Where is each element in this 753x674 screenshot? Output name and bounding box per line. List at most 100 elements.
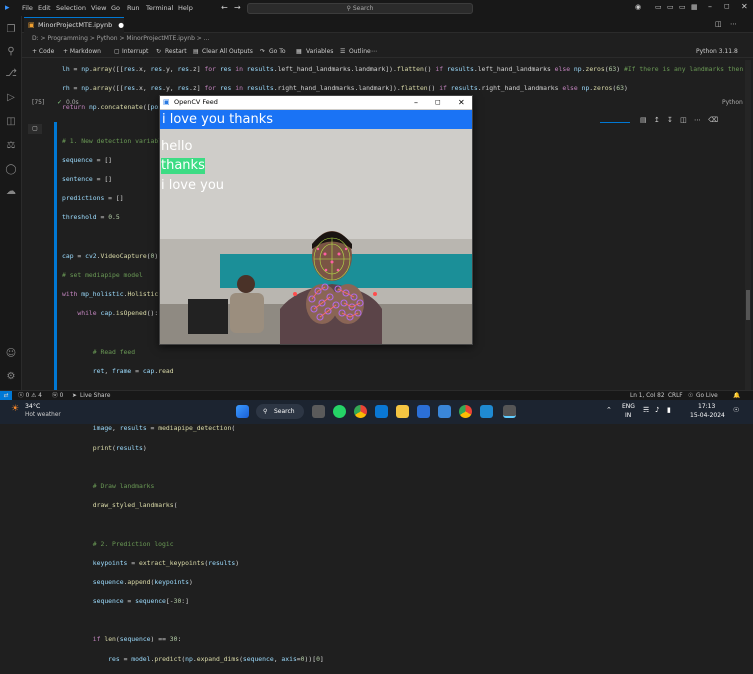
volume-icon[interactable]: ♪ (655, 406, 659, 414)
code-line: draw_styled_landmarks( (92, 501, 178, 510)
execute-below-icon[interactable]: ↧ (667, 116, 673, 124)
cell-focus-line (600, 122, 630, 123)
settings-gear-icon[interactable]: ⚙ (5, 371, 17, 383)
opencv-close-icon[interactable]: ✕ (458, 96, 465, 109)
prediction-label-highlighted: thanks (161, 158, 205, 174)
start-button[interactable] (236, 405, 249, 418)
title-bar: ▸ File Edit Selection View Go Run Termin… (0, 0, 753, 16)
close-icon[interactable]: ✕ (741, 2, 748, 11)
maximize-icon[interactable]: ◻ (724, 2, 730, 10)
tab-bar (22, 16, 753, 33)
more-actions-icon[interactable]: ⋯ (730, 20, 737, 28)
layout-panel-icon[interactable]: ▭ (667, 3, 674, 11)
menu-help[interactable]: Help (178, 4, 193, 12)
taskbar-search[interactable]: ⚲ Search (256, 404, 304, 419)
source-control-icon[interactable]: ⎇ (5, 68, 17, 80)
delete-cell-icon[interactable]: ⌫ (708, 116, 718, 124)
notification-center-icon[interactable]: ☉ (733, 406, 739, 414)
minimize-icon[interactable]: – (708, 2, 712, 11)
whatsapp-icon[interactable] (333, 405, 346, 418)
cell-run-button[interactable]: ▢ (28, 124, 42, 134)
editor-scrollbar[interactable] (745, 60, 751, 390)
code-line: print(results) (92, 443, 147, 452)
menu-file[interactable]: File (22, 4, 33, 12)
taskbar-search-label: Search (274, 408, 295, 415)
input-language[interactable]: ENG (622, 403, 635, 410)
input-region[interactable]: IN (625, 412, 631, 419)
status-bar: ⇄ ⓧ 0 ⚠ 4 ⓦ 0 ➤ Live Share Ln 1, Col 82 … (0, 390, 753, 401)
opencv-minimize-icon[interactable]: – (414, 96, 418, 109)
wifi-icon[interactable]: ☴ (643, 406, 649, 414)
back-arrow-icon[interactable]: ← (221, 3, 228, 12)
split-editor-icon[interactable]: ◫ (715, 20, 722, 28)
tray-overflow-icon[interactable]: ⌃ (606, 406, 612, 414)
opencv-window[interactable]: ▣ OpenCV Feed – ◻ ✕ i love you thanks he… (159, 95, 473, 345)
github-icon[interactable]: ◯ (5, 164, 17, 176)
code-line: if len(sequence) == 30: (92, 635, 182, 644)
outlook-icon[interactable] (438, 405, 451, 418)
word-icon[interactable] (417, 405, 430, 418)
opencv-maximize-icon[interactable]: ◻ (435, 96, 441, 109)
taskbar-search-icon: ⚲ (263, 408, 268, 415)
account-icon[interactable]: ☺ (5, 348, 17, 360)
code-line: rh = np.array([[res.x, res.y, res.z] for… (62, 83, 628, 92)
opencv-app-icon: ▣ (163, 98, 170, 106)
run-debug-icon[interactable]: ▷ (5, 92, 17, 104)
check-icon: ✓ (57, 99, 63, 106)
chrome-profile-icon[interactable] (459, 405, 472, 418)
menu-terminal[interactable]: Terminal (146, 4, 173, 12)
run-by-line-icon[interactable]: ▤ (640, 116, 647, 124)
breadcrumb[interactable]: D: > Programming > Python > MinorProject… (22, 33, 753, 45)
search-box[interactable]: ⚲ Search (247, 3, 473, 14)
scrollbar-thumb[interactable] (746, 290, 750, 320)
weather-temp[interactable]: 34°C (25, 403, 40, 410)
opencv-titlebar[interactable]: ▣ OpenCV Feed – ◻ ✕ (160, 96, 472, 109)
menu-run[interactable]: Run (127, 4, 139, 12)
forward-arrow-icon[interactable]: → (234, 3, 241, 12)
notebook-file-icon: ▣ (28, 21, 35, 29)
code-line: # Draw landmarks (62, 481, 155, 490)
clock-time[interactable]: 17:13 (698, 403, 715, 410)
sentence-bar: i love you thanks (160, 110, 472, 129)
cell-language[interactable]: Python (722, 99, 743, 106)
cell-more-icon[interactable]: ⋯ (694, 116, 701, 124)
activity-bar: ❐ ⚲ ⎇ ▷ ◫ ⚖ ◯ ☁ ☺ ⚙ (0, 16, 22, 394)
explorer-icon[interactable]: ❐ (5, 24, 17, 36)
layout-secondary-icon[interactable]: ▭ (679, 3, 686, 11)
menu-view[interactable]: View (91, 4, 106, 12)
code-line: sequence = sequence[-30:] (92, 597, 189, 606)
customize-layout-icon[interactable]: ▦ (691, 3, 698, 11)
remote-explorer-icon[interactable]: ☁ (5, 186, 17, 198)
store-icon[interactable] (375, 405, 388, 418)
task-view-icon[interactable] (312, 405, 325, 418)
code-line: # Read feed (62, 347, 136, 356)
add-code-button[interactable]: + Code (32, 45, 54, 58)
testing-icon[interactable]: ⚖ (5, 140, 17, 152)
vscode-taskbar-icon[interactable] (480, 405, 493, 418)
copilot-icon[interactable]: ◉ (635, 3, 641, 11)
tab-notebook[interactable]: ▣ MinorProjectMTE.ipynb ● (24, 17, 124, 33)
unsaved-dot-icon[interactable]: ● (118, 21, 124, 29)
battery-icon[interactable]: ▮ (667, 406, 671, 414)
search-sidebar-icon[interactable]: ⚲ (5, 46, 17, 58)
layout-sidebar-icon[interactable]: ▭ (655, 3, 662, 11)
face-landmarks (313, 237, 351, 281)
execution-count: [75] (32, 99, 45, 106)
code-line: keypoints = extract_keypoints(results) (92, 558, 240, 567)
weather-desc[interactable]: Hot weather (25, 412, 61, 418)
file-explorer-icon[interactable] (396, 405, 409, 418)
menu-edit[interactable]: Edit (38, 4, 51, 12)
opencv-title: OpenCV Feed (174, 98, 218, 106)
python-taskbar-icon[interactable] (503, 405, 516, 418)
execute-above-icon[interactable]: ↥ (654, 116, 660, 124)
extensions-icon[interactable]: ◫ (5, 116, 17, 128)
menu-go[interactable]: Go (111, 4, 120, 12)
weather-icon[interactable]: ☀ (11, 404, 19, 414)
split-cell-icon[interactable]: ◫ (680, 116, 687, 124)
chrome-icon[interactable] (354, 405, 367, 418)
prediction-label: i love you (161, 178, 225, 193)
prediction-label: hello (161, 139, 193, 154)
clock-date[interactable]: 15-04-2024 (690, 412, 725, 419)
menu-selection[interactable]: Selection (56, 4, 86, 12)
